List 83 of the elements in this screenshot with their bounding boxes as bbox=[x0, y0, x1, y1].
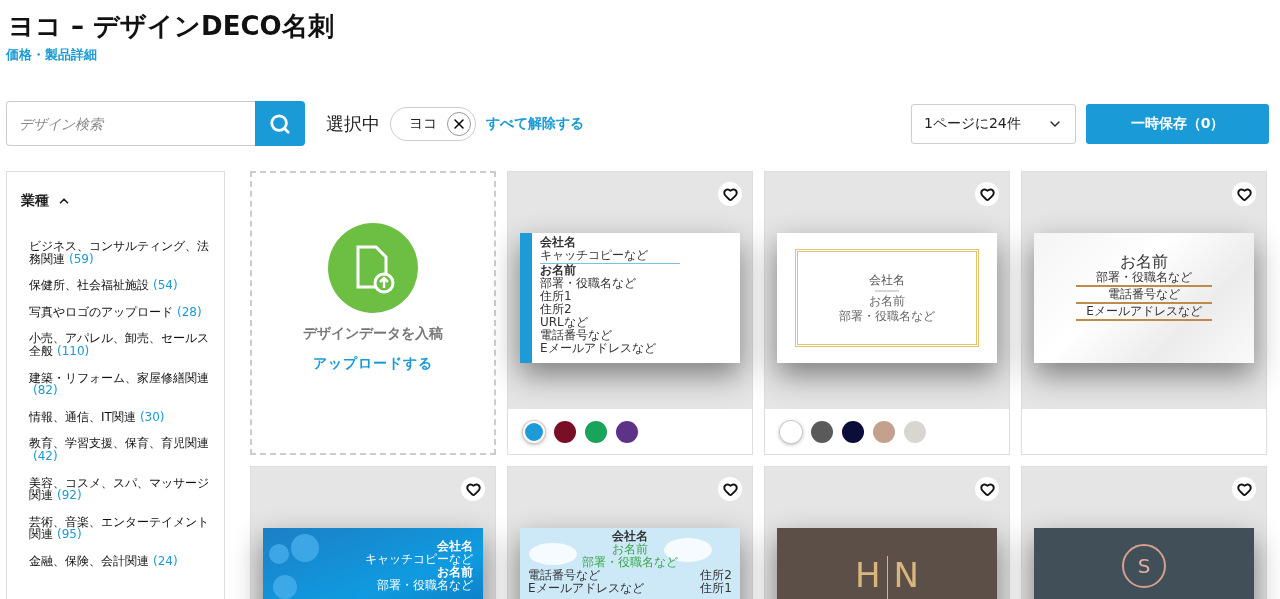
category-link[interactable]: 写真やロゴのアップロード (28) bbox=[29, 305, 214, 319]
category-link[interactable]: ビジネス、コンサルティング、法務関連 (59) bbox=[29, 240, 214, 266]
monogram-letter: H bbox=[855, 556, 881, 597]
card-text: お名前 bbox=[611, 543, 649, 556]
favorite-button[interactable] bbox=[461, 477, 485, 501]
heart-icon bbox=[722, 481, 738, 497]
card-text: Eメールアドレスなど bbox=[528, 582, 644, 595]
heart-icon bbox=[979, 186, 995, 202]
favorite-button[interactable] bbox=[1232, 477, 1256, 501]
card-text: 電話番号など bbox=[540, 329, 613, 342]
favorite-button[interactable] bbox=[975, 477, 999, 501]
card-text: 会社名 bbox=[437, 540, 473, 553]
category-link[interactable]: 保健所、社会福祉施設 (54) bbox=[29, 279, 214, 292]
color-swatch[interactable] bbox=[523, 420, 545, 443]
search-button[interactable] bbox=[255, 101, 305, 146]
filter-label: 選択中 bbox=[326, 111, 380, 136]
card-text: 会社名 bbox=[611, 530, 649, 543]
upload-tile[interactable]: デザインデータを入稿 アップロードする bbox=[250, 171, 496, 455]
color-swatch[interactable] bbox=[585, 420, 607, 443]
search-field[interactable]: デザイン検索 bbox=[6, 101, 255, 146]
card-text: 電話番号など bbox=[528, 569, 601, 582]
heart-icon bbox=[1236, 186, 1252, 202]
card-text: 会社名 bbox=[540, 236, 577, 249]
card-text: キャッチコピーなど bbox=[365, 553, 473, 566]
page-title: ヨコ – デザインDECO名刺 bbox=[8, 10, 335, 43]
category-link[interactable]: 教育、学習支援、保育、育児関連 (42) bbox=[29, 437, 214, 463]
monogram-letter: N bbox=[893, 556, 919, 597]
upload-file-icon bbox=[328, 223, 418, 313]
category-link[interactable]: 建築・リフォーム、家屋修繕関連 (82) bbox=[29, 371, 214, 397]
favorite-button[interactable] bbox=[718, 477, 742, 501]
category-link[interactable]: 情報、通信、IT関連 (30) bbox=[29, 410, 214, 424]
card-text: 部署・役職名など bbox=[1096, 271, 1192, 284]
category-link[interactable]: 芸術、音楽、エンターテイメント関連 (95) bbox=[29, 515, 214, 541]
card-text: 住所2 bbox=[700, 569, 732, 582]
category-link[interactable]: 小売、アパレル、卸売、セールス全般 (110) bbox=[29, 332, 214, 358]
template-card[interactable]: 会社名 お名前 部署・役職名など 電話番号など Eメールアドレスなど 住所2 住所1 bbox=[507, 466, 753, 599]
per-page-select[interactable]: 1ページに24件 bbox=[911, 103, 1076, 144]
heart-icon bbox=[722, 186, 738, 202]
card-text: お名前 bbox=[869, 294, 905, 308]
heart-icon bbox=[465, 481, 481, 497]
card-text: お名前 bbox=[540, 264, 576, 277]
template-card[interactable]: お名前 部署・役職名など 電話番号など Eメールアドレスなど bbox=[1021, 171, 1267, 455]
favorite-button[interactable] bbox=[1232, 182, 1256, 206]
card-text: 会社名 bbox=[869, 273, 905, 287]
card-text: お名前 bbox=[1120, 253, 1168, 271]
color-swatch[interactable] bbox=[811, 420, 833, 443]
search-icon bbox=[269, 112, 291, 135]
card-text: 住所2 bbox=[540, 303, 573, 316]
template-card[interactable]: S bbox=[1021, 466, 1267, 599]
color-swatch[interactable] bbox=[554, 420, 576, 443]
color-swatch[interactable] bbox=[904, 420, 926, 443]
emblem-letter: S bbox=[1137, 555, 1151, 577]
heart-icon bbox=[1236, 481, 1252, 497]
template-card[interactable]: 会社名 キャッチコピーなど お名前 部署・役職名など 住所1 住所2 URLなど 電話番号など Eメールアドレスなど bbox=[507, 171, 753, 455]
color-swatch[interactable] bbox=[780, 420, 802, 443]
heart-icon bbox=[979, 481, 995, 497]
card-text: 部署・役職名など bbox=[581, 556, 679, 569]
template-card[interactable]: 会社名 お名前 部署・役職名など bbox=[764, 171, 1010, 455]
card-text: URLなど bbox=[540, 316, 589, 329]
remove-filter-button[interactable] bbox=[447, 111, 471, 136]
card-text: Eメールアドレスなど bbox=[1086, 305, 1202, 318]
category-link[interactable]: 美容、コスメ、スパ、マッサージ関連 (92) bbox=[29, 476, 214, 502]
color-swatch[interactable] bbox=[873, 420, 895, 443]
monogram-divider bbox=[886, 556, 888, 599]
card-text: 部署・役職名など bbox=[377, 579, 473, 592]
chip-label: ヨコ bbox=[409, 114, 437, 133]
favorite-button[interactable] bbox=[975, 182, 999, 206]
card-text: 電話番号など bbox=[1108, 288, 1180, 301]
card-text: Eメールアドレスなど bbox=[540, 342, 657, 355]
ornament-icon bbox=[875, 288, 899, 293]
favorite-button[interactable] bbox=[718, 182, 742, 206]
template-card[interactable]: H N bbox=[764, 466, 1010, 599]
card-text: お名前 bbox=[437, 566, 473, 579]
card-text: 住所1 bbox=[700, 582, 732, 595]
category-link[interactable]: 金融、保険、会計関連 (24) bbox=[29, 554, 214, 568]
card-text: 部署・役職名など bbox=[839, 309, 935, 323]
upload-caption: デザインデータを入稿 bbox=[303, 325, 443, 343]
card-text: キャッチコピーなど bbox=[540, 249, 649, 262]
card-text: 部署・役職名など bbox=[540, 277, 637, 290]
card-text: 住所1 bbox=[540, 290, 573, 303]
category-heading[interactable]: 業種 bbox=[21, 192, 71, 210]
color-swatch[interactable] bbox=[616, 420, 638, 443]
color-swatch[interactable] bbox=[842, 420, 864, 443]
